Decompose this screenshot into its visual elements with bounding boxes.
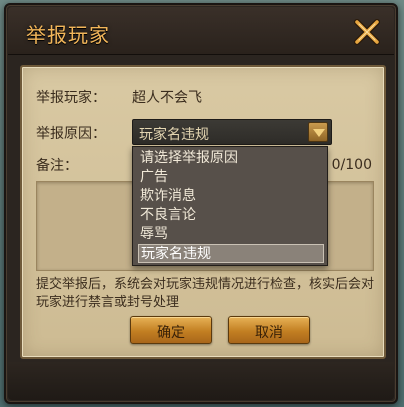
chevron-down-icon[interactable] xyxy=(308,122,328,142)
reason-option[interactable]: 辱骂 xyxy=(138,225,324,244)
close-button[interactable] xyxy=(350,15,384,49)
confirm-button[interactable]: 确定 xyxy=(130,316,212,344)
reason-option[interactable]: 不良言论 xyxy=(138,206,324,225)
cancel-button[interactable]: 取消 xyxy=(228,316,310,344)
reason-dropdown-list: 请选择举报原因 广告 欺诈消息 不良言论 辱骂 玩家名违规 xyxy=(132,146,328,266)
dialog-title: 举报玩家 xyxy=(26,23,110,47)
confirm-button-label: 确定 xyxy=(157,325,185,341)
reason-select[interactable]: 玩家名违规 xyxy=(132,119,332,145)
reason-option-selected[interactable]: 玩家名违规 xyxy=(138,244,324,263)
reason-label: 举报原因： xyxy=(36,126,106,142)
report-form-panel: 举报玩家： 超人不会飞 举报原因： 玩家名违规 备注： 0/100 请选择举报原… xyxy=(20,65,386,359)
cancel-button-label: 取消 xyxy=(255,325,283,341)
reason-option[interactable]: 欺诈消息 xyxy=(138,187,324,206)
player-label: 举报玩家： xyxy=(36,90,106,106)
notes-char-counter: 0/100 xyxy=(331,157,372,173)
notes-label: 备注： xyxy=(36,158,78,174)
dialog-footer xyxy=(8,362,394,400)
reason-option[interactable]: 广告 xyxy=(138,168,324,187)
reported-player-name: 超人不会飞 xyxy=(132,90,202,106)
close-icon xyxy=(354,19,380,45)
reason-selected-value: 玩家名违规 xyxy=(139,127,209,143)
report-notice-text: 提交举报后，系统会对玩家违规情况进行检查，核实后会对玩家进行禁言或封号处理 xyxy=(36,277,375,310)
title-bar: 举报玩家 xyxy=(8,7,394,55)
reason-option[interactable]: 请选择举报原因 xyxy=(138,149,324,168)
report-player-dialog: 举报玩家 举报玩家： 超人不会飞 举报原因： 玩家名违规 备注： 0/100 请… xyxy=(4,3,398,404)
